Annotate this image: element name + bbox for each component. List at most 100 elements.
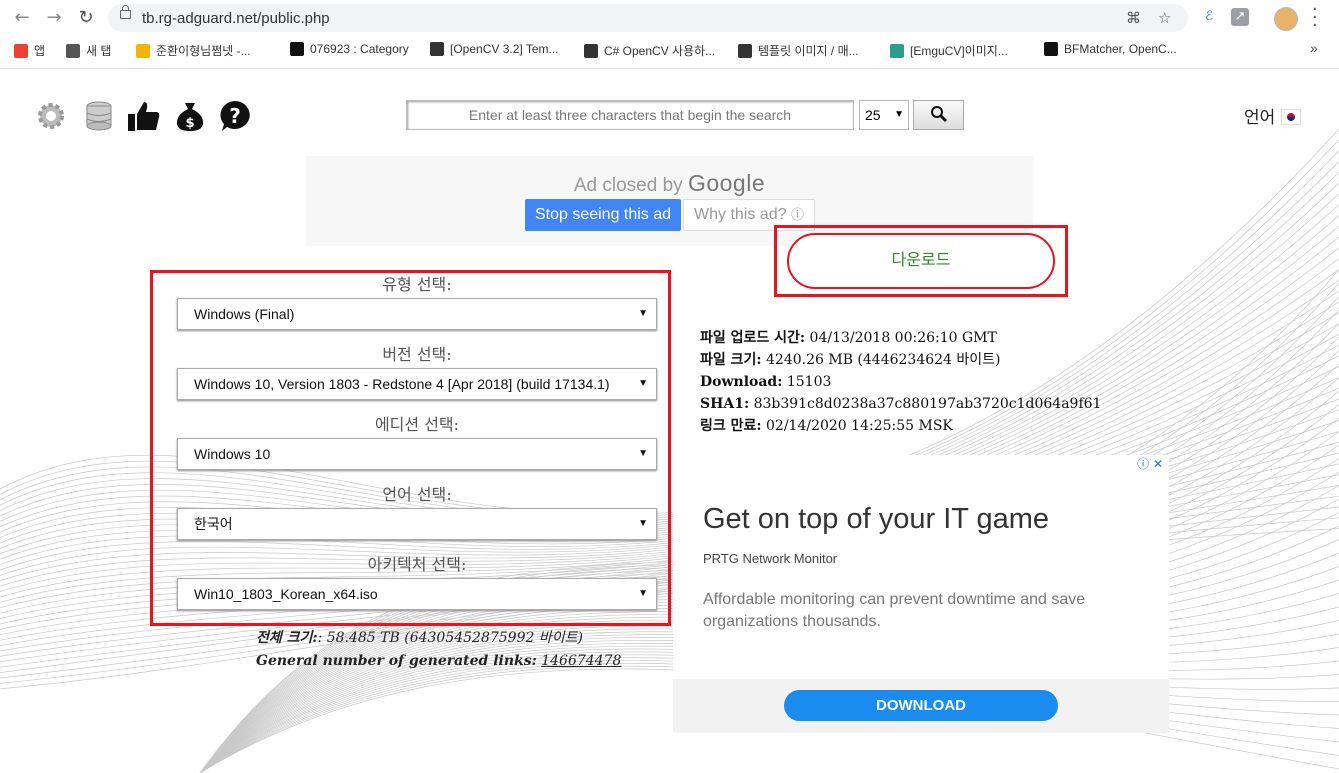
reload-icon[interactable]: ↻ — [76, 8, 96, 28]
browser-chrome: ← → ↻ tb.rg-adguard.net/public.php ⌘ ☆ ℰ… — [0, 0, 1339, 69]
language-select-label: 언어 선택: — [382, 485, 452, 504]
adchoices-icon[interactable]: ⓘ ✕ — [1137, 455, 1163, 472]
download-count-row: Download: 15103 — [700, 371, 1101, 393]
version-select[interactable]: Windows 10, Version 1803 - Redstone 4 [A… — [177, 368, 657, 400]
chevron-down-icon: ▼ — [638, 448, 648, 459]
bookmark-label: BFMatcher, OpenC... — [1064, 42, 1177, 56]
architecture-select-group: 아키텍처 선택: Win10_1803_Korean_x64.iso ▼ — [177, 554, 657, 610]
download-button[interactable]: 다운로드 — [787, 233, 1055, 289]
settings-gear-icon[interactable] — [34, 99, 68, 133]
ad-download-button[interactable]: DOWNLOAD — [784, 690, 1058, 721]
forward-arrow-icon[interactable]: → — [44, 8, 64, 28]
search-input[interactable]: Enter at least three characters that beg… — [406, 100, 854, 130]
total-size-label: 전체 크기: — [256, 630, 318, 646]
browser-menu-icon[interactable]: · · · — [1312, 1, 1318, 35]
svg-text:$: $ — [185, 116, 194, 131]
generated-links-value[interactable]: 146674478 — [541, 653, 621, 669]
edition-select-label: 에디션 선택: — [374, 415, 460, 434]
extension-icon[interactable]: ℰ — [1200, 8, 1218, 26]
ad-description: Affordable monitoring can prevent downti… — [703, 591, 1086, 630]
bookmark-item[interactable]: [OpenCV 3.2] Tem... — [430, 42, 559, 56]
file-info-panel: 파일 업로드 시간: 04/13/2018 00:26:10 GMT 파일 크기… — [700, 327, 1101, 437]
bookmark-item[interactable]: 새 탭 — [66, 42, 111, 59]
dots-logo-icon — [738, 44, 752, 58]
star-icon — [136, 44, 150, 58]
link-expiry-row: 링크 만료: 02/14/2020 14:25:55 MSK — [700, 415, 1101, 437]
bookmark-item[interactable]: 앱 — [14, 42, 45, 59]
help-question-icon[interactable]: ? — [218, 99, 252, 133]
bookmark-label: [OpenCV 3.2] Tem... — [450, 42, 559, 56]
bookmark-item[interactable]: 템플릿 이미지 / 매... — [738, 42, 859, 59]
display-ad[interactable]: ⓘ ✕ Get on top of your IT game PRTG Netw… — [673, 455, 1169, 733]
dots-logo-icon — [584, 44, 598, 58]
info-label: 파일 크기: — [700, 352, 762, 368]
file-size-row: 파일 크기: 4240.26 MB (4446234624 바이트) — [700, 349, 1101, 371]
language-selector[interactable]: 언어 — [1244, 103, 1302, 128]
chevron-down-icon: ▼ — [638, 378, 648, 389]
money-bag-icon[interactable]: $ — [173, 99, 207, 133]
bookmark-item[interactable]: 준환이형님쩜넷 -... — [136, 42, 251, 59]
version-select-group: 버전 선택: Windows 10, Version 1803 - Redsto… — [177, 344, 657, 400]
info-value: 83b391c8d0238a37c880197ab3720c1d064a9f61 — [753, 396, 1102, 412]
bookmark-star-icon[interactable]: ☆ — [1158, 9, 1171, 27]
info-label: 파일 업로드 시간: — [700, 330, 806, 346]
search-button[interactable] — [913, 100, 964, 130]
page-content: $ ? Enter at least three characters that… — [0, 69, 1339, 773]
korea-flag-icon — [1281, 109, 1302, 125]
bookmark-label: C# OpenCV 사용하... — [604, 44, 716, 58]
chevron-down-icon: ▼ — [638, 588, 648, 599]
total-size-value: : 58.485 TB (64305452875992 바이트) — [317, 630, 583, 646]
bookmark-label: 준환이형님쩜넷 -... — [156, 44, 251, 58]
back-arrow-icon[interactable]: ← — [12, 8, 32, 28]
ad-sponsor: PRTG Network Monitor — [703, 551, 838, 566]
bookmark-item[interactable]: BFMatcher, OpenC... — [1044, 42, 1177, 56]
why-this-ad-label: Why this ad? — [694, 206, 787, 223]
database-icon[interactable] — [82, 99, 116, 133]
architecture-select-value: Win10_1803_Korean_x64.iso — [194, 586, 378, 602]
profile-avatar[interactable] — [1274, 7, 1298, 31]
architecture-select[interactable]: Win10_1803_Korean_x64.iso ▼ — [177, 578, 657, 610]
ad-headline[interactable]: Get on top of your IT game — [703, 503, 1049, 536]
language-select[interactable]: 한국어 ▼ — [177, 508, 657, 540]
bookmark-item[interactable]: C# OpenCV 사용하... — [584, 42, 715, 59]
edition-select[interactable]: Windows 10 ▼ — [177, 438, 657, 470]
bookmark-label: [EmguCV]이미지... — [910, 44, 1008, 58]
stop-seeing-ad-button[interactable]: Stop seeing this ad — [525, 199, 681, 231]
ad-closed-text: Ad closed by Google — [306, 170, 1033, 197]
generated-links-line: General number of generated links: 14667… — [256, 650, 621, 673]
globe-icon — [66, 44, 80, 58]
bookmark-label: 076923 : Category — [310, 42, 409, 56]
total-size-line: 전체 크기:: 58.485 TB (64305452875992 바이트) — [256, 627, 621, 650]
sha1-row: SHA1: 83b391c8d0238a37c880197ab3720c1d06… — [700, 393, 1101, 415]
bookmark-label: 앱 — [34, 44, 46, 58]
extension-chart-icon[interactable]: ↗ — [1231, 8, 1249, 26]
type-select-value: Windows (Final) — [194, 306, 295, 322]
info-label: 링크 만료: — [700, 418, 762, 434]
version-select-value: Windows 10, Version 1803 - Redstone 4 [A… — [194, 376, 610, 392]
ad-footer: DOWNLOAD — [673, 679, 1169, 733]
per-page-value: 25 — [865, 107, 881, 123]
dots-logo-icon — [430, 42, 444, 56]
address-bar[interactable]: tb.rg-adguard.net/public.php ⌘ ☆ — [108, 4, 1188, 32]
results-per-page-select[interactable]: 25 ▼ — [859, 100, 909, 130]
bookmark-item[interactable]: 076923 : Category — [290, 42, 409, 56]
bookmarks-overflow-button[interactable]: » — [1310, 40, 1318, 56]
thumbs-up-icon[interactable] — [127, 99, 161, 133]
language-select-value: 한국어 — [194, 516, 233, 532]
edition-select-group: 에디션 선택: Windows 10 ▼ — [177, 414, 657, 470]
type-select[interactable]: Windows (Final) ▼ — [177, 298, 657, 330]
bookmark-label: 템플릿 이미지 / 매... — [758, 44, 859, 58]
info-value: 02/14/2020 14:25:55 MSK — [766, 418, 953, 434]
generated-links-label: General number of generated links: — [256, 653, 537, 669]
bookmark-item[interactable]: [EmguCV]이미지... — [890, 42, 1008, 59]
csharp-icon — [1044, 42, 1058, 56]
edition-select-value: Windows 10 — [194, 446, 271, 462]
bookmark-label: 새 탭 — [86, 44, 112, 58]
info-circle-icon: ⓘ — [790, 207, 804, 222]
lock-icon — [120, 5, 131, 19]
v-logo-icon — [290, 42, 304, 56]
architecture-select-label: 아키텍처 선택: — [367, 555, 467, 574]
url-text: tb.rg-adguard.net/public.php — [142, 10, 330, 27]
svg-text:?: ? — [229, 104, 241, 128]
translate-icon[interactable]: ⌘ — [1126, 9, 1141, 27]
